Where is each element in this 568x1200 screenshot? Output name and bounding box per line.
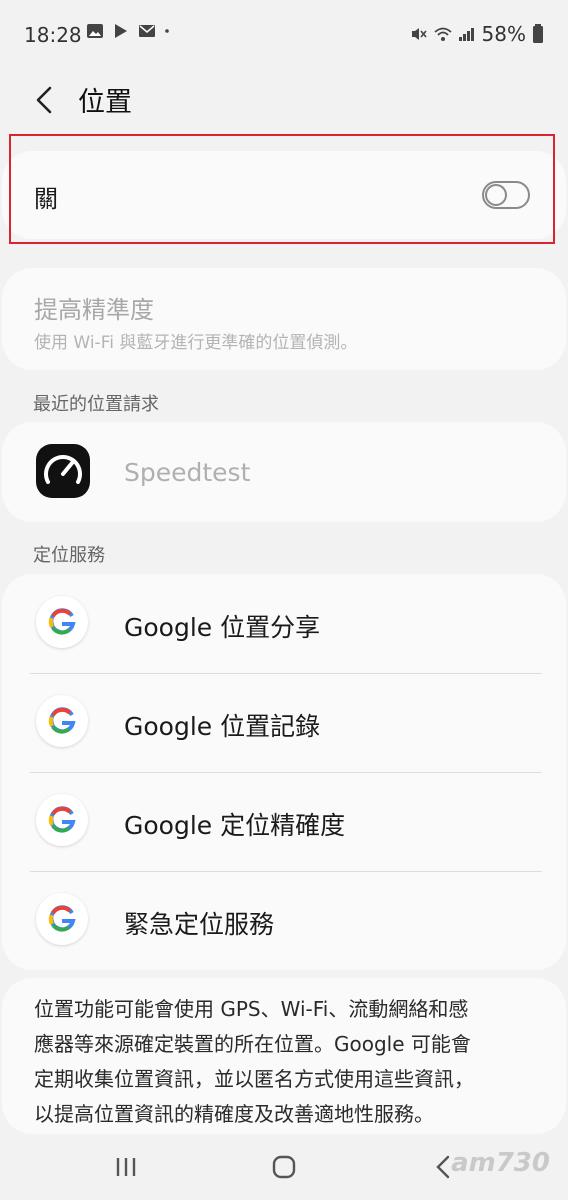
service-label: 緊急定位服務 bbox=[124, 910, 275, 939]
google-icon bbox=[36, 695, 88, 747]
mute-icon bbox=[411, 28, 427, 40]
location-toggle-row[interactable]: 關 bbox=[2, 151, 566, 239]
service-label: Google 位置記錄 bbox=[124, 712, 321, 741]
service-google-location-sharing[interactable]: Google 位置分享 bbox=[2, 574, 566, 673]
location-info-card: 位置功能可能會使用 GPS、Wi-Fi、流動網絡和感 應器等來源確定裝置的所在位… bbox=[2, 978, 566, 1134]
switch-knob bbox=[485, 184, 507, 206]
improve-accuracy-title: 提高精準度 bbox=[34, 296, 154, 324]
battery-percent: 58% bbox=[481, 22, 526, 46]
recent-requests-card: Speedtest bbox=[2, 422, 566, 522]
service-google-location-history[interactable]: Google 位置記錄 bbox=[2, 673, 566, 772]
mail-icon bbox=[139, 25, 155, 37]
speedtest-icon bbox=[36, 444, 90, 498]
location-switch[interactable] bbox=[482, 181, 530, 209]
info-line: 定期收集位置資訊，並以匿名方式使用這些資訊， bbox=[34, 1067, 474, 1091]
image-icon bbox=[87, 24, 103, 38]
service-google-location-accuracy[interactable]: Google 定位精確度 bbox=[2, 772, 566, 871]
back-button[interactable] bbox=[26, 80, 66, 120]
status-bar: 18:28 58% bbox=[0, 0, 568, 70]
service-label: Google 位置分享 bbox=[124, 613, 321, 642]
recent-apps-icon bbox=[116, 1158, 136, 1176]
wifi-icon bbox=[433, 27, 452, 41]
play-store-icon bbox=[115, 24, 127, 38]
google-icon bbox=[36, 596, 88, 648]
service-label: Google 定位精確度 bbox=[124, 811, 346, 840]
google-icon bbox=[36, 794, 88, 846]
home-icon bbox=[272, 1155, 296, 1179]
speedometer-icon bbox=[44, 455, 82, 484]
service-emergency-location[interactable]: 緊急定位服務 bbox=[2, 871, 566, 970]
app-header: 位置 bbox=[0, 70, 568, 130]
recent-apps-button[interactable] bbox=[106, 1152, 146, 1182]
recent-app-row[interactable]: Speedtest bbox=[2, 422, 566, 522]
google-icon bbox=[36, 893, 88, 945]
navigation-bar: am730 bbox=[0, 1134, 568, 1200]
recent-app-name: Speedtest bbox=[124, 458, 251, 487]
status-time: 18:28 bbox=[24, 23, 82, 47]
signal-icon bbox=[458, 28, 474, 41]
info-line: 應器等來源確定裝置的所在位置。Google 可能會 bbox=[34, 1032, 471, 1056]
location-info-text: 位置功能可能會使用 GPS、Wi-Fi、流動網絡和感 應器等來源確定裝置的所在位… bbox=[34, 992, 534, 1132]
battery-icon bbox=[533, 24, 543, 43]
back-arrow-icon bbox=[36, 86, 52, 114]
info-line: 位置功能可能會使用 GPS、Wi-Fi、流動網絡和感 bbox=[34, 997, 469, 1021]
location-toggle-label: 關 bbox=[34, 185, 58, 213]
notification-icons bbox=[86, 22, 170, 40]
location-services-card: Google 位置分享 Google 位置記錄 Google 定位精確度 緊急定… bbox=[2, 574, 566, 970]
improve-accuracy-subtitle: 使用 Wi-Fi 與藍牙進行更準確的位置偵測。 bbox=[34, 333, 358, 353]
home-button[interactable] bbox=[264, 1152, 304, 1182]
improve-accuracy-row[interactable]: 提高精準度 使用 Wi-Fi 與藍牙進行更準確的位置偵測。 bbox=[2, 268, 566, 370]
location-services-heading: 定位服務 bbox=[33, 545, 105, 566]
more-notifications-dot-icon bbox=[165, 29, 169, 33]
watermark-logo: am730 bbox=[451, 1148, 550, 1178]
page-title: 位置 bbox=[78, 87, 132, 118]
info-line: 以提高位置資訊的精確度及改善適地性服務。 bbox=[34, 1102, 434, 1126]
recent-requests-heading: 最近的位置請求 bbox=[33, 394, 159, 415]
